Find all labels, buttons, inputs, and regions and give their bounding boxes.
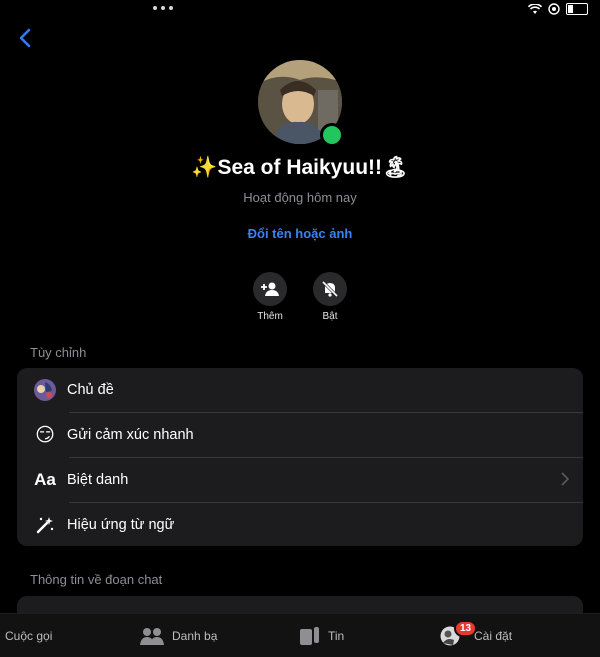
tab-calls[interactable]: Cuộc gọi	[5, 614, 52, 657]
unmute-button[interactable]	[313, 272, 347, 306]
list-item-quick-reaction[interactable]: 😏 Gửi cảm xúc nhanh	[17, 413, 583, 457]
nickname-icon: Aa	[34, 470, 56, 489]
location-icon	[548, 3, 560, 15]
multitask-dots[interactable]	[153, 6, 175, 14]
status-icons	[528, 3, 588, 15]
contacts-icon	[140, 627, 164, 645]
chat-info-heading: Thông tin về đoạn chat	[30, 572, 163, 587]
customize-list: Chủ đề 😏 Gửi cảm xúc nhanh Aa Biệt danh …	[17, 368, 583, 546]
online-status-dot	[320, 123, 344, 147]
stories-icon	[300, 626, 319, 645]
tab-settings[interactable]: 13 Cài đặt	[440, 614, 512, 657]
tab-label: Danh bạ	[172, 628, 218, 643]
list-item-word-effects[interactable]: Hiệu ứng từ ngữ	[17, 503, 583, 547]
tab-stories[interactable]: Tin	[300, 614, 344, 657]
tab-label: Cuộc gọi	[5, 628, 53, 643]
rename-or-photo-link[interactable]: Đổi tên hoặc ảnh	[0, 226, 600, 241]
add-person-icon	[261, 282, 279, 296]
group-name: ✨Sea of Haikyuu!!🏝	[0, 156, 600, 180]
magic-wand-icon	[36, 517, 54, 534]
notification-badge: 13	[454, 619, 478, 637]
unmute-action[interactable]: Bật	[300, 272, 360, 322]
list-item-label: Gửi cảm xúc nhanh	[67, 427, 194, 443]
add-member-action[interactable]: Thêm	[240, 272, 300, 322]
battery-icon	[566, 3, 588, 15]
chevron-right-icon	[561, 472, 569, 486]
emoji-icon: 😏	[35, 424, 55, 446]
customize-heading: Tùy chỉnh	[30, 345, 87, 360]
list-item-label: Chủ đề	[67, 382, 114, 398]
theme-icon	[34, 379, 56, 401]
activity-status: Hoạt động hôm nay	[243, 190, 357, 205]
group-name-text: Sea of Haikyuu!!	[217, 156, 383, 179]
back-chevron-icon[interactable]	[14, 24, 38, 52]
island-emoji: 🏝	[382, 156, 409, 179]
tab-contacts[interactable]: Danh bạ	[140, 614, 217, 657]
list-item-nickname[interactable]: Aa Biệt danh	[17, 458, 583, 502]
list-item-theme[interactable]: Chủ đề	[17, 368, 583, 412]
add-member-label: Thêm	[257, 311, 283, 322]
sparkles-emoji: ✨	[191, 156, 218, 179]
wifi-icon	[528, 3, 542, 14]
add-member-button[interactable]	[253, 272, 287, 306]
unmute-label: Bật	[322, 311, 338, 322]
list-item-label: Biệt danh	[67, 472, 129, 488]
tab-label: Cài đặt	[474, 628, 513, 643]
tab-label: Tin	[328, 628, 345, 643]
tab-bar: Cuộc gọi Danh bạ Tin 13 Cài đặt	[0, 613, 600, 657]
list-item-label: Hiệu ứng từ ngữ	[67, 517, 175, 533]
bell-muted-icon	[321, 280, 339, 298]
